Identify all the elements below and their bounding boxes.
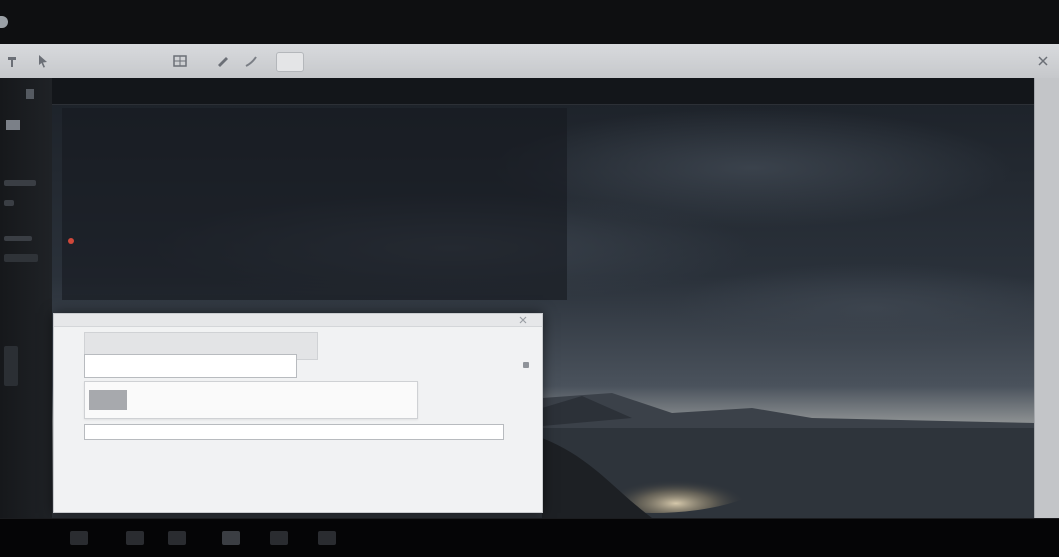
title-bar: [0, 0, 1059, 44]
document-icon: [26, 89, 34, 99]
dialog-input[interactable]: [84, 424, 504, 440]
toolbar: [0, 44, 1059, 79]
app-icon: [0, 16, 8, 28]
dialog-line-2: [84, 462, 414, 473]
dialog: [53, 313, 543, 513]
dialog-card[interactable]: [84, 381, 418, 419]
toolbar-button-pencil[interactable]: [242, 52, 260, 70]
sidebar-item-4[interactable]: [4, 200, 14, 206]
scene-header: [52, 78, 1034, 105]
sidebar-item-5[interactable]: [4, 236, 32, 241]
dialog-line-1: [84, 447, 414, 458]
vertical-scrollbar[interactable]: [1034, 78, 1059, 518]
taskbar-item-4[interactable]: [222, 531, 240, 545]
taskbar: [0, 518, 1059, 557]
card-subtitle: [133, 402, 373, 414]
close-panel-button[interactable]: [1035, 53, 1051, 69]
sidebar-item-7[interactable]: [4, 346, 18, 386]
panel-description: [68, 178, 538, 208]
sidebar-item-6[interactable]: [4, 254, 38, 262]
grid-icon: [173, 55, 187, 67]
pin-icon: [8, 57, 16, 67]
sidebar-item-1[interactable]: [4, 88, 44, 100]
dialog-titlebar: [54, 314, 542, 327]
taskbar-item-6[interactable]: [318, 531, 336, 545]
card-title: [133, 388, 403, 400]
taskbar-item-2[interactable]: [126, 531, 144, 545]
layers-icon: [6, 120, 20, 130]
taskbar-item-1[interactable]: [70, 531, 88, 545]
toolbar-button-pin[interactable]: [4, 52, 20, 70]
card-thumbnail: [89, 390, 127, 410]
sidebar-item-3[interactable]: [4, 180, 36, 186]
taskbar-item-5[interactable]: [270, 531, 288, 545]
status-row[interactable]: [68, 234, 82, 248]
toolbar-button-cursor[interactable]: [34, 52, 52, 70]
toolbar-toggle[interactable]: [276, 52, 304, 72]
close-icon: [1038, 56, 1048, 66]
info-panel: [62, 108, 567, 300]
brush-icon: [218, 57, 228, 67]
close-icon: [519, 316, 527, 324]
cursor-icon: [39, 55, 47, 68]
dialog-text-field[interactable]: [84, 354, 297, 378]
pencil-icon: [245, 56, 257, 67]
toolbar-button-grid[interactable]: [170, 52, 190, 70]
dialog-scroll-marker[interactable]: [523, 362, 529, 368]
status-dot-icon: [68, 238, 74, 244]
left-sidebar: [0, 78, 53, 518]
dialog-close-button[interactable]: [518, 315, 528, 325]
toolbar-button-brush[interactable]: [214, 52, 232, 70]
card-action[interactable]: [387, 394, 409, 406]
sidebar-item-2[interactable]: [4, 116, 44, 134]
taskbar-item-3[interactable]: [168, 531, 186, 545]
